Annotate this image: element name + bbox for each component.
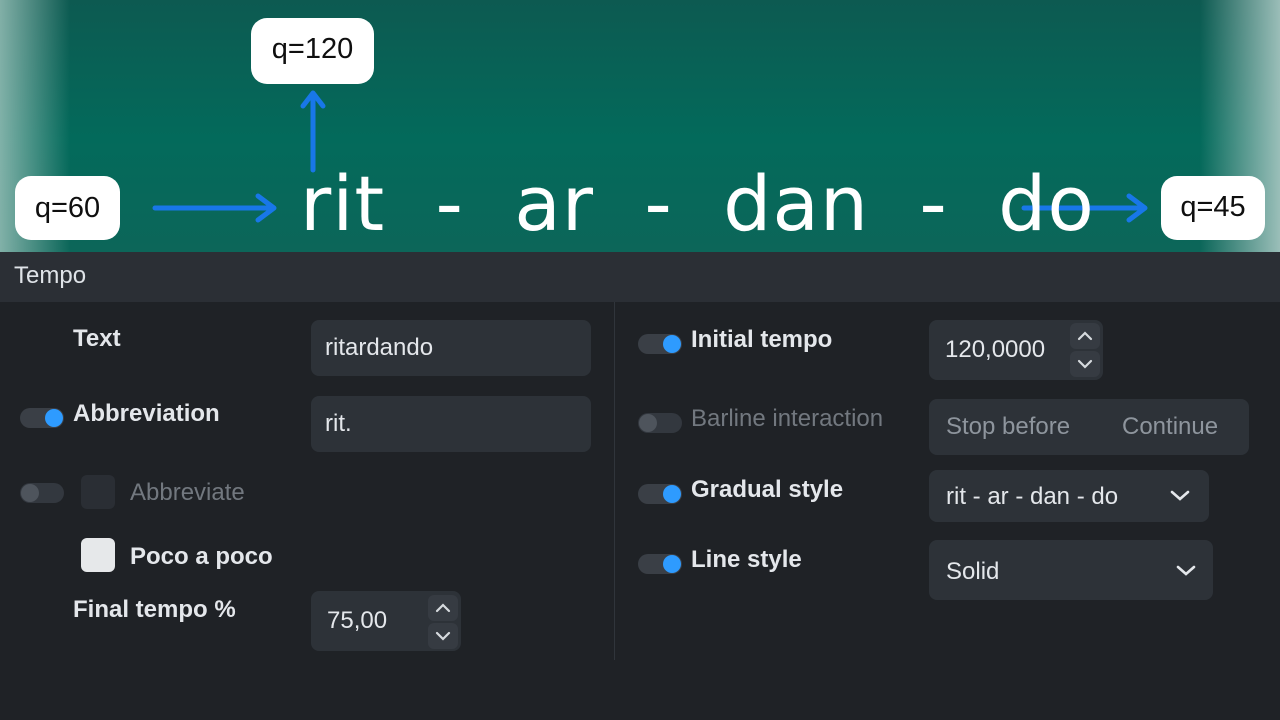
chevron-down-icon [1176, 565, 1196, 576]
barline-label: Barline interaction [691, 405, 884, 432]
barline-toggle[interactable] [638, 413, 682, 433]
gradual-style-toggle[interactable] [638, 484, 682, 504]
gradual-style-dropdown[interactable]: rit - ar - dan - do [929, 470, 1209, 522]
column-divider [614, 302, 615, 660]
line-style-dropdown[interactable]: Solid [929, 540, 1213, 600]
toggle-knob [663, 485, 681, 503]
gradual-style-label: Gradual style [691, 476, 844, 503]
initial-tempo-toggle[interactable] [638, 334, 682, 354]
barline-segmented-control: Stop before Continue [929, 399, 1249, 455]
panel-title: Tempo [14, 262, 87, 289]
chevron-up-icon [435, 603, 451, 613]
barline-option-continue[interactable]: Continue [1122, 413, 1218, 441]
abbreviate-label: Abbreviate [130, 479, 245, 506]
toggle-knob [663, 335, 681, 353]
final-tempo-stepper [428, 595, 458, 651]
toggle-knob [45, 409, 63, 427]
line-style-label: Line style [691, 546, 802, 573]
gradual-style-value: rit - ar - dan - do [946, 483, 1119, 510]
tempo-illustration: q=60 q=120 q=45 rit - ar - dan - do [0, 0, 1280, 252]
text-input[interactable]: ritardando [311, 320, 591, 376]
abbreviate-toggle[interactable] [20, 483, 64, 503]
abbreviation-toggle[interactable] [20, 408, 64, 428]
toggle-knob [21, 484, 39, 502]
tempo-peak-bubble: q=120 [251, 18, 374, 84]
chevron-down-icon [1170, 490, 1190, 501]
initial-tempo-increment[interactable] [1070, 323, 1100, 349]
abbreviate-checkbox[interactable] [81, 475, 115, 509]
initial-tempo-stepper [1070, 323, 1100, 379]
initial-tempo-decrement[interactable] [1070, 351, 1100, 377]
ritardando-phrase: rit - ar - dan - do [300, 159, 1095, 248]
initial-tempo-label: Initial tempo [691, 326, 833, 353]
toggle-knob [639, 414, 657, 432]
barline-option-stop-before[interactable]: Stop before [946, 413, 1070, 441]
tempo-start-bubble: q=60 [15, 176, 120, 240]
chevron-down-icon [1077, 359, 1093, 369]
line-style-value: Solid [946, 558, 1000, 585]
text-label: Text [73, 325, 121, 352]
toggle-knob [663, 555, 681, 573]
final-tempo-increment[interactable] [428, 595, 458, 621]
line-style-toggle[interactable] [638, 554, 682, 574]
tempo-end-bubble: q=45 [1161, 176, 1265, 240]
final-tempo-label: Final tempo % [73, 596, 236, 623]
final-tempo-decrement[interactable] [428, 623, 458, 649]
chevron-up-icon [1077, 331, 1093, 341]
poco-a-poco-checkbox[interactable] [81, 538, 115, 572]
chevron-down-icon [435, 631, 451, 641]
panel-header: Tempo [0, 252, 1280, 302]
abbreviation-label: Abbreviation [73, 400, 220, 427]
poco-a-poco-label: Poco a poco [130, 543, 273, 570]
abbreviation-input[interactable]: rit. [311, 396, 591, 452]
